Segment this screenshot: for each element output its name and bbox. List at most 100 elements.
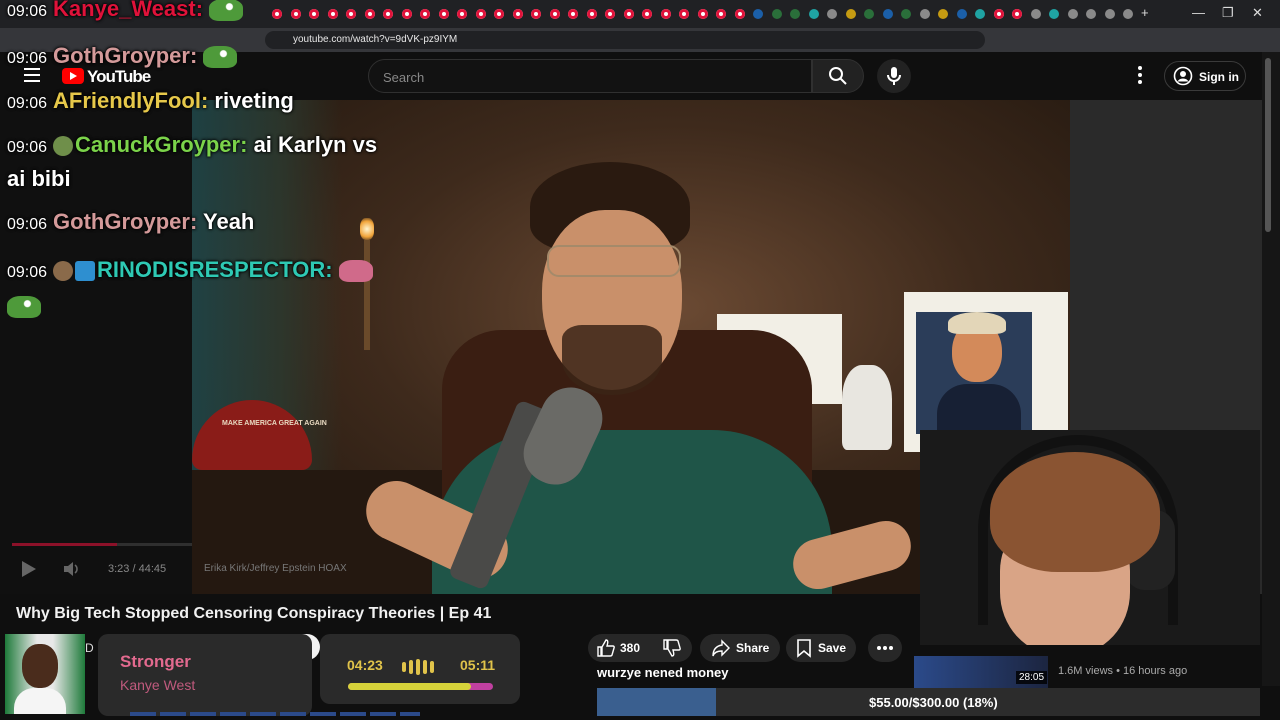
chat-message-continued: ai bibi [7, 166, 71, 192]
chat-message: 09:06 AFriendlyFool: riveting [7, 88, 294, 113]
voice-search-button[interactable] [877, 59, 911, 93]
browser-tab[interactable] [938, 9, 948, 19]
browser-tab[interactable] [660, 9, 671, 19]
search-box[interactable] [368, 59, 812, 93]
album-art-face [22, 644, 58, 688]
browser-tab[interactable] [1123, 9, 1133, 19]
browser-tab[interactable] [346, 9, 356, 19]
browser-tab[interactable] [327, 9, 338, 19]
chat-time: 09:06 [7, 216, 48, 233]
browser-tab[interactable] [864, 9, 874, 19]
video-progress-track[interactable] [117, 543, 192, 546]
dislike-button[interactable] [662, 638, 682, 658]
browser-tab[interactable] [716, 9, 726, 19]
browser-tab[interactable] [494, 9, 504, 19]
browser-tab[interactable] [438, 9, 449, 19]
browser-tab[interactable] [1104, 9, 1115, 19]
browser-tab[interactable] [383, 9, 393, 19]
browser-tab[interactable] [1030, 9, 1041, 19]
chat-user: Kanye_Weast [53, 0, 196, 21]
chat-user: CanuckGroyper [75, 132, 241, 157]
browser-tab[interactable] [679, 9, 689, 19]
search-input[interactable] [381, 66, 785, 88]
browser-tab[interactable] [531, 9, 541, 19]
browser-tab[interactable] [882, 9, 893, 19]
play-icon[interactable] [22, 561, 36, 577]
cube-badge-icon [75, 261, 96, 282]
like-button[interactable] [596, 638, 616, 658]
chat-message: 09:06 GothGroyper: [7, 43, 238, 69]
browser-tab[interactable] [401, 9, 412, 19]
settings-kebab-icon[interactable] [1138, 66, 1142, 87]
badge-icon [53, 261, 74, 282]
browser-tab[interactable] [1049, 9, 1059, 19]
youtube-logo-text[interactable]: YouTube [87, 67, 151, 87]
minimize-icon[interactable]: — [1192, 5, 1205, 20]
browser-tab[interactable] [568, 9, 578, 19]
browser-tab[interactable] [475, 9, 486, 19]
browser-tab[interactable] [1086, 9, 1096, 19]
browser-tab[interactable] [993, 9, 1004, 19]
chat-text: riveting [214, 88, 294, 113]
more-actions-button[interactable] [868, 634, 902, 662]
search-button[interactable] [812, 59, 864, 93]
scrollbar-thumb[interactable] [1265, 58, 1271, 232]
address-field[interactable]: youtube.com/watch?v=9dVK-pz9IYM [265, 31, 985, 49]
browser-tab[interactable] [642, 9, 652, 19]
browser-tab[interactable] [956, 9, 967, 19]
browser-tab[interactable] [790, 9, 800, 19]
now-playing-card [98, 634, 312, 716]
frog-emote-icon [209, 0, 244, 22]
page-scrollbar[interactable] [1262, 52, 1280, 686]
browser-tab[interactable] [457, 9, 467, 19]
new-tab-button[interactable]: + [1141, 5, 1149, 20]
browser-tab[interactable] [734, 9, 745, 19]
video-progress-played[interactable] [12, 543, 117, 546]
chat-time: 09:06 [7, 95, 48, 112]
browser-tab[interactable] [845, 9, 856, 19]
browser-tab[interactable] [808, 9, 819, 19]
chat-text: Yeah [203, 209, 255, 234]
browser-tab[interactable] [827, 9, 837, 19]
browser-tab[interactable] [605, 9, 615, 19]
song-title: Stronger [120, 652, 191, 671]
chat-time: 09:06 [7, 50, 48, 67]
browser-tab[interactable] [1067, 9, 1078, 19]
browser-tab[interactable] [290, 9, 301, 19]
browser-tab[interactable] [771, 9, 782, 19]
video-title: Why Big Tech Stopped Censoring Conspirac… [16, 605, 492, 622]
browser-tab[interactable] [901, 9, 911, 19]
lamp [360, 218, 374, 240]
chat-message-continued [7, 293, 41, 319]
browser-tab[interactable] [753, 9, 763, 19]
browser-tab[interactable] [1012, 9, 1022, 19]
browser-tab[interactable] [272, 9, 282, 19]
browser-tab[interactable] [549, 9, 560, 19]
browser-tab[interactable] [697, 9, 708, 19]
recommended-duration: 28:05 [1016, 671, 1048, 684]
song-total-time: 05:11 [460, 657, 496, 673]
restore-icon[interactable]: ❐ [1222, 5, 1234, 21]
chat-user: AFriendlyFool [53, 88, 201, 113]
youtube-logo-icon[interactable] [62, 68, 84, 84]
hamburger-menu-icon[interactable] [24, 68, 40, 82]
browser-tab[interactable] [364, 9, 375, 19]
channel-name[interactable]: D [85, 641, 94, 655]
browser-tab[interactable] [586, 9, 597, 19]
close-icon[interactable]: ✕ [1252, 5, 1263, 21]
chat-time: 09:06 [7, 3, 48, 20]
save-button[interactable]: Save [786, 634, 856, 662]
chapter-title[interactable]: Erika Kirk/Jeffrey Epstein HOAX [204, 563, 347, 574]
pink-pepe-emote-icon [338, 260, 373, 283]
frog-emote-icon [203, 46, 238, 69]
browser-tab[interactable] [420, 9, 430, 19]
browser-tab[interactable] [623, 9, 634, 19]
sign-in-button[interactable]: Sign in [1164, 61, 1246, 91]
volume-icon[interactable] [62, 560, 80, 578]
browser-tab[interactable] [309, 9, 319, 19]
browser-tab[interactable] [512, 9, 523, 19]
browser-tab[interactable] [975, 9, 985, 19]
share-button[interactable]: Share [700, 634, 780, 662]
statue [842, 365, 892, 450]
browser-tab[interactable] [919, 9, 930, 19]
